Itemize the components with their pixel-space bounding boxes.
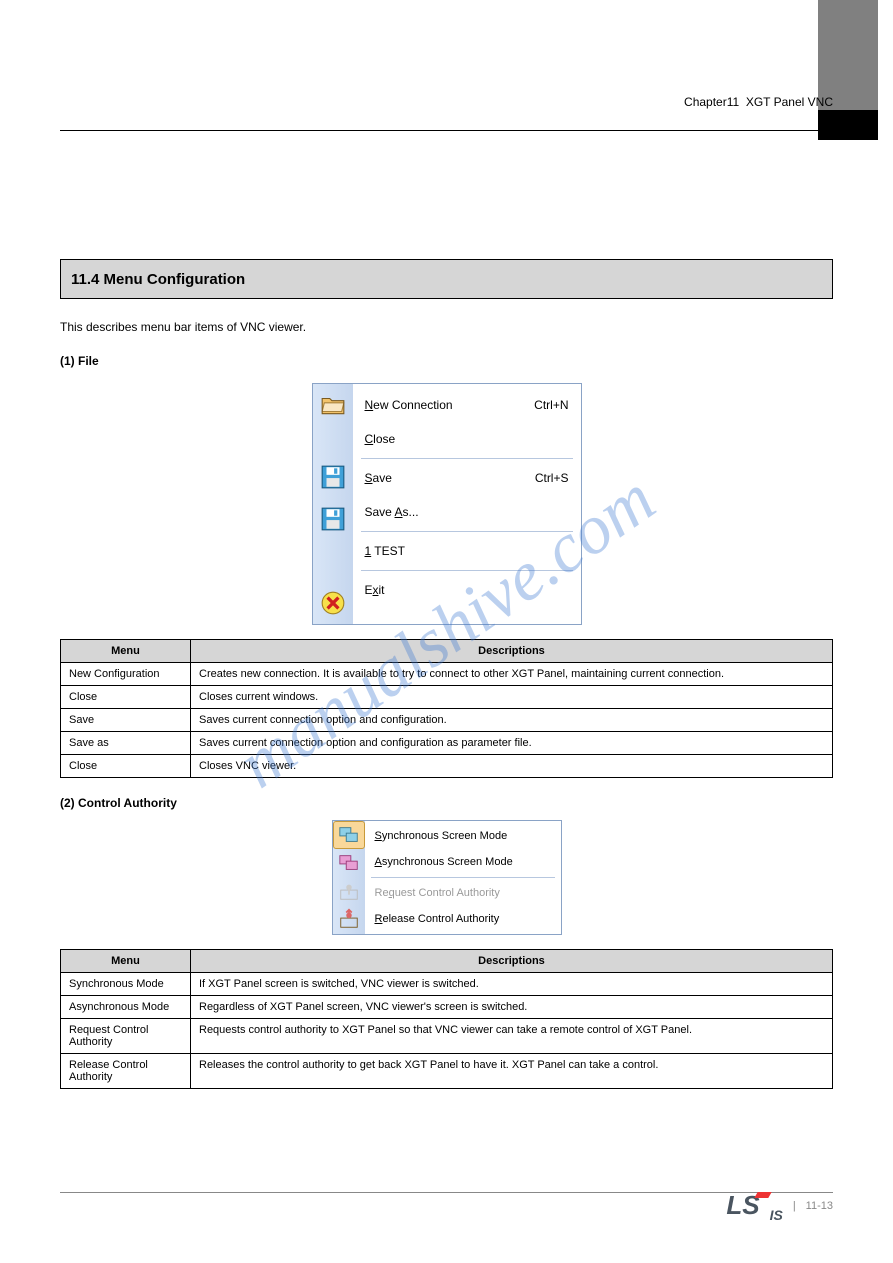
subhead-file: (1) File	[60, 354, 833, 368]
logo-sub: IS	[770, 1207, 783, 1223]
table-cell: Close	[61, 685, 191, 708]
table-row: Synchronous ModeIf XGT Panel screen is s…	[61, 972, 833, 995]
table-header: Descriptions	[191, 639, 833, 662]
menu-item-exit[interactable]: Exit	[361, 573, 573, 607]
request-authority-icon	[333, 877, 365, 905]
table-header: Descriptions	[191, 949, 833, 972]
control-menu-items: Synchronous Screen Mode Asynchronous Scr…	[365, 821, 561, 934]
menu-item-label: Release Control Authority	[375, 913, 500, 925]
menu-separator	[361, 570, 573, 571]
table-cell: Regardless of XGT Panel screen, VNC view…	[191, 995, 833, 1018]
table-cell: Save as	[61, 731, 191, 754]
table-row: CloseCloses VNC viewer.	[61, 754, 833, 777]
logo-main: LS	[726, 1190, 759, 1220]
chapter-line: Chapter11 XGT Panel VNC	[60, 95, 833, 109]
table-cell: New Configuration	[61, 662, 191, 685]
menu-item-label: 1 TEST	[365, 544, 405, 558]
menu-item-close[interactable]: Close	[361, 422, 573, 456]
intro-paragraph: This describes menu bar items of VNC vie…	[60, 319, 833, 336]
table-cell: Request Control Authority	[61, 1018, 191, 1053]
table-cell: Release Control Authority	[61, 1053, 191, 1088]
release-authority-icon	[333, 905, 365, 933]
control-authority-menu: Synchronous Screen Mode Asynchronous Scr…	[332, 820, 562, 935]
async-screen-icon	[333, 849, 365, 877]
section-title: 11.4 Menu Configuration	[71, 271, 245, 288]
menu-item-label: New Connection	[365, 398, 453, 412]
table-row: Save asSaves current connection option a…	[61, 731, 833, 754]
table-cell: Closes current windows.	[191, 685, 833, 708]
page-footer: LSIS | 11-13	[726, 1190, 833, 1223]
menu-item-save[interactable]: Save Ctrl+S	[361, 461, 573, 495]
table-row: Asynchronous ModeRegardless of XGT Panel…	[61, 995, 833, 1018]
menu-item-label: Synchronous Screen Mode	[375, 830, 508, 842]
table-header: Menu	[61, 639, 191, 662]
menu-item-sync-mode[interactable]: Synchronous Screen Mode	[371, 823, 555, 849]
file-menu-table: Menu Descriptions New ConfigurationCreat…	[60, 639, 833, 778]
table-cell: Save	[61, 708, 191, 731]
close-x-icon	[313, 582, 353, 624]
table-cell: Requests control authority to XGT Panel …	[191, 1018, 833, 1053]
table-row: CloseCloses current windows.	[61, 685, 833, 708]
sync-screen-icon	[333, 821, 365, 849]
page-number: 11-13	[806, 1200, 833, 1212]
menu-item-release-authority[interactable]: Release Control Authority	[371, 906, 555, 932]
footer-rule	[60, 1192, 833, 1193]
control-menu-table: Menu Descriptions Synchronous ModeIf XGT…	[60, 949, 833, 1089]
table-cell: Synchronous Mode	[61, 972, 191, 995]
menu-item-new-connection[interactable]: New Connection Ctrl+N	[361, 388, 573, 422]
table-row: Request Control AuthorityRequests contro…	[61, 1018, 833, 1053]
blank-icon	[313, 426, 353, 456]
table-cell: Saves current connection option and conf…	[191, 708, 833, 731]
control-menu-icon-strip	[333, 821, 365, 934]
file-menu-dropdown: New Connection Ctrl+N Close Save Ctrl+S …	[312, 383, 582, 625]
menu-item-label: Close	[365, 432, 396, 446]
table-row: Release Control AuthorityReleases the co…	[61, 1053, 833, 1088]
table-cell: Close	[61, 754, 191, 777]
menu-item-shortcut: Ctrl+N	[534, 398, 568, 412]
section-bar: 11.4 Menu Configuration	[60, 259, 833, 299]
menu-separator	[361, 458, 573, 459]
table-cell: If XGT Panel screen is switched, VNC vie…	[191, 972, 833, 995]
table-cell: Closes VNC viewer.	[191, 754, 833, 777]
menu-separator	[361, 531, 573, 532]
file-menu-icon-strip	[313, 384, 353, 624]
table-cell: Creates new connection. It is available …	[191, 662, 833, 685]
menu-item-save-as[interactable]: Save As...	[361, 495, 573, 529]
menu-item-request-authority: Request Control Authority	[371, 880, 555, 906]
table-row: New ConfigurationCreates new connection.…	[61, 662, 833, 685]
page-content: Chapter11 XGT Panel VNC 11.4 Menu Config…	[60, 0, 833, 1263]
floppy-saveas-icon	[313, 498, 353, 540]
table-header: Menu	[61, 949, 191, 972]
table-cell: Asynchronous Mode	[61, 995, 191, 1018]
menu-item-recent-1[interactable]: 1 TEST	[361, 534, 573, 568]
subhead-control: (2) Control Authority	[60, 796, 833, 810]
menu-item-label: Save As...	[365, 505, 419, 519]
blank-icon-2	[313, 540, 353, 582]
menu-item-label: Asynchronous Screen Mode	[375, 856, 513, 868]
menu-item-shortcut: Ctrl+S	[535, 471, 569, 485]
logo-accent-icon	[754, 1192, 771, 1198]
floppy-save-icon	[313, 456, 353, 498]
menu-item-async-mode[interactable]: Asynchronous Screen Mode	[371, 849, 555, 875]
menu-separator	[371, 877, 555, 878]
open-folder-icon	[313, 384, 353, 426]
menu-item-label: Exit	[365, 583, 385, 597]
menu-item-label: Save	[365, 471, 392, 485]
menu-item-label: Request Control Authority	[375, 887, 500, 899]
file-menu-items: New Connection Ctrl+N Close Save Ctrl+S …	[353, 384, 581, 624]
lsis-logo: LS IS	[726, 1190, 782, 1223]
table-cell: Releases the control authority to get ba…	[191, 1053, 833, 1088]
table-row: SaveSaves current connection option and …	[61, 708, 833, 731]
table-cell: Saves current connection option and conf…	[191, 731, 833, 754]
